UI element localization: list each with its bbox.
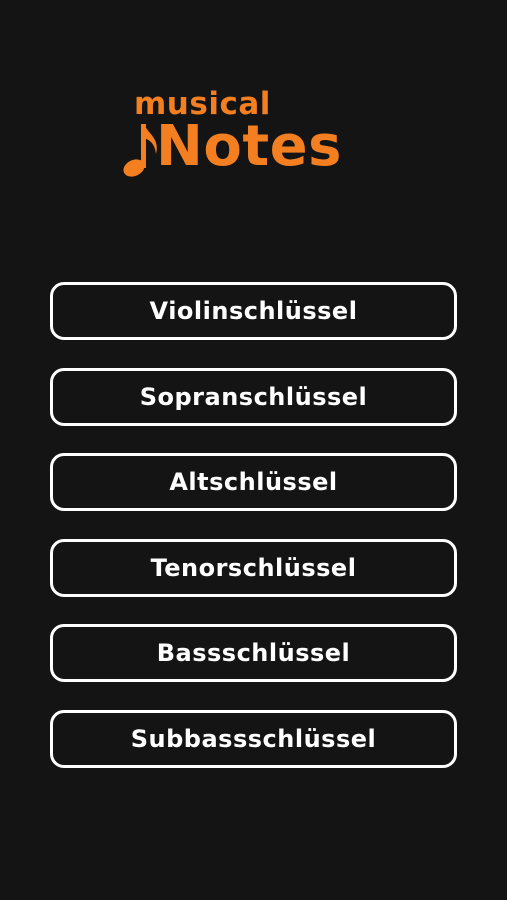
clef-menu: Violinschlüssel Sopranschlüssel Altschlü… — [50, 282, 457, 796]
sopranschluessel-button[interactable]: Sopranschlüssel — [50, 367, 457, 426]
tenorschluessel-button[interactable]: Tenorschlüssel — [50, 538, 457, 597]
logo-main-text: Notes — [156, 114, 342, 179]
eighth-note-icon — [123, 124, 157, 177]
violinschluessel-button[interactable]: Violinschlüssel — [50, 282, 457, 340]
subbassschluessel-button[interactable]: Subbassschlüssel — [50, 709, 457, 768]
app-logo: musical Notes — [122, 86, 392, 186]
bassschluessel-button[interactable]: Bassschlüssel — [50, 624, 457, 683]
altschluessel-button[interactable]: Altschlüssel — [50, 453, 457, 512]
